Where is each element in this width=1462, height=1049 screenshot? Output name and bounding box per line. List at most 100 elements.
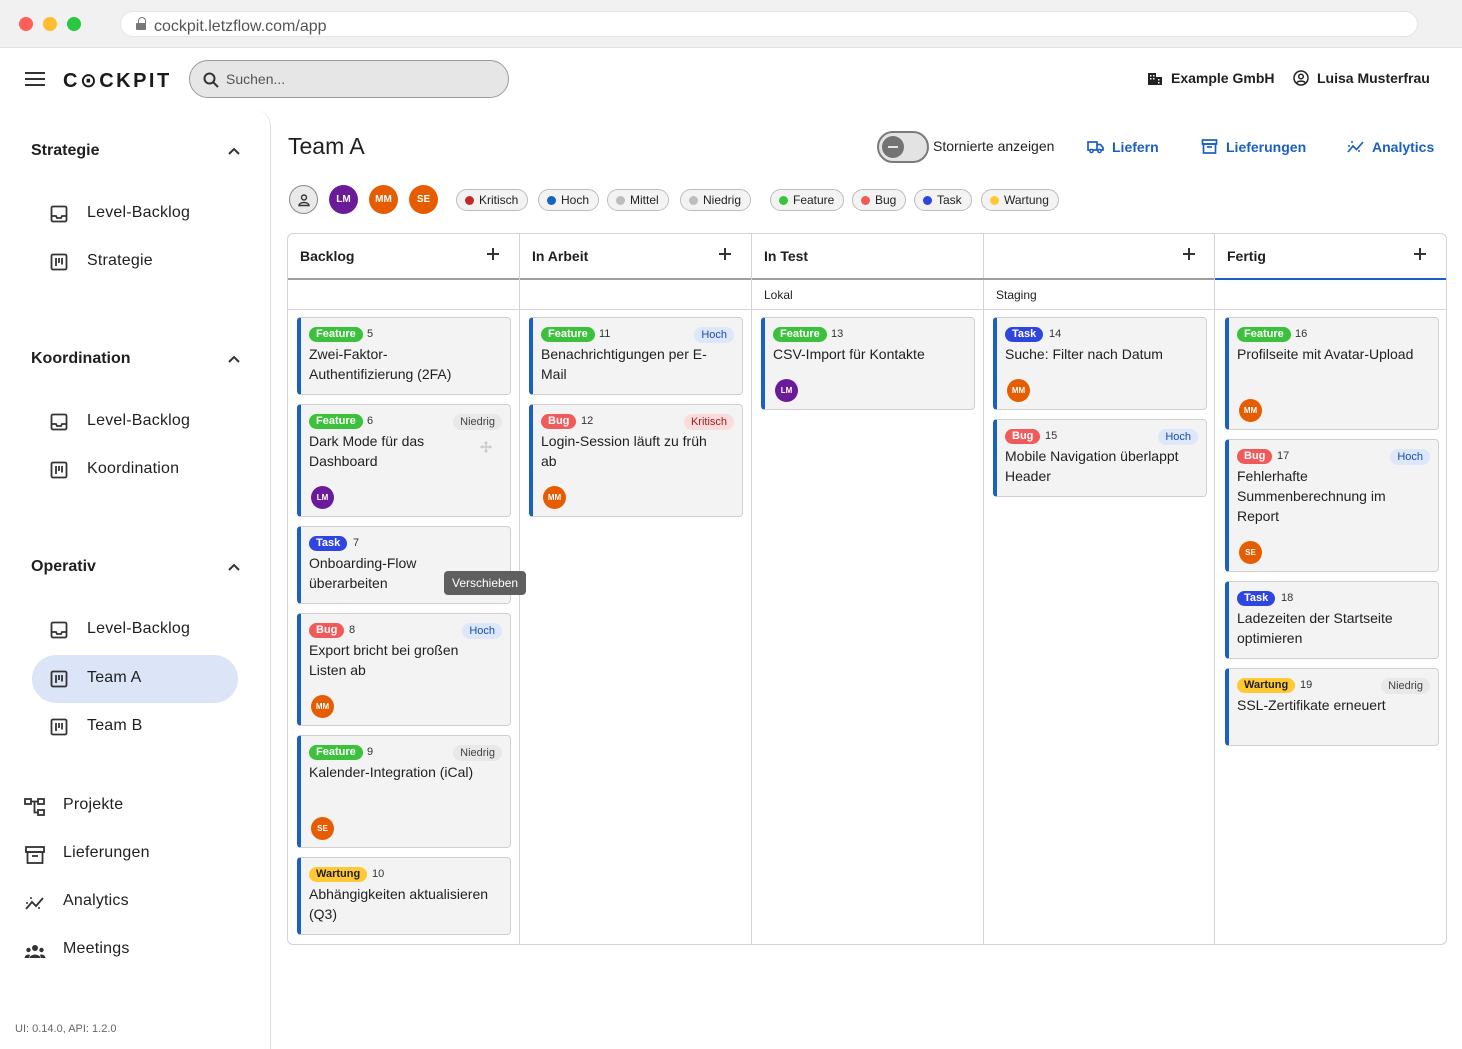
- analytics-button[interactable]: Analytics: [1347, 138, 1434, 155]
- task-card[interactable]: Feature 11 Hoch Benachrichtigungen per E-Ma…: [529, 317, 743, 395]
- page-title: Team A: [288, 133, 365, 159]
- sidebar-item-projekte[interactable]: Projekte: [0, 786, 260, 826]
- assignee-avatar[interactable]: MM: [1007, 379, 1030, 402]
- assignee-avatar[interactable]: MM: [311, 695, 334, 718]
- sidebar-item-team-b[interactable]: Team B: [32, 703, 238, 751]
- task-card[interactable]: Bug 8 Hoch Export bricht bei großen Listen …: [297, 613, 511, 726]
- card-title: Abhängigkeiten aktualisieren (Q3): [309, 886, 489, 922]
- search-placeholder: Suchen...: [226, 71, 286, 87]
- chip-label: Feature: [793, 193, 835, 207]
- minimize-window-button[interactable]: [43, 17, 57, 31]
- column-header-in-arbeit: In Arbeit: [520, 234, 751, 280]
- sidebar-item-label: Team B: [87, 717, 143, 734]
- app-logo[interactable]: C⊙CKPIT: [63, 68, 172, 93]
- show-cancelled-label[interactable]: Stornierte anzeigen: [933, 138, 1054, 154]
- sidebar-item-strategie[interactable]: Strategie: [32, 238, 238, 286]
- card-number: 8: [349, 624, 356, 636]
- filter-avatar-mm[interactable]: MM: [369, 185, 398, 214]
- drag-handle-icon[interactable]: [479, 440, 493, 454]
- analytics-icon: [1347, 141, 1364, 153]
- sidebar-item-meetings[interactable]: Meetings: [0, 930, 260, 970]
- filter-chip-wartung[interactable]: Wartung: [981, 189, 1059, 211]
- task-card[interactable]: Feature 16 Profilseite mit Avatar-Upload MM: [1225, 317, 1439, 430]
- section-title-operativ[interactable]: Operativ: [31, 558, 96, 576]
- assignee-avatar[interactable]: LM: [775, 379, 798, 402]
- chevron-up-icon[interactable]: [227, 352, 241, 366]
- address-bar[interactable]: cockpit.letzflow.com/app: [120, 11, 1418, 37]
- card-priority-badge: Hoch: [694, 327, 734, 343]
- card-number: 12: [581, 415, 594, 427]
- add-card-icon[interactable]: [486, 247, 500, 261]
- task-card[interactable]: Bug 12 Kritisch Login-Session läuft zu früh…: [529, 404, 743, 517]
- sidebar-item-team-a[interactable]: Team A: [32, 655, 238, 703]
- chip-label: Mittel: [630, 193, 659, 207]
- sidebar-item-operativ-level-backlog[interactable]: Level-Backlog: [32, 606, 238, 654]
- filter-avatar-se[interactable]: SE: [409, 185, 438, 214]
- filter-chip-feature[interactable]: Feature: [770, 189, 845, 211]
- analytics-icon: [25, 897, 44, 910]
- deliver-label: Liefern: [1112, 138, 1159, 155]
- filter-unassigned[interactable]: [289, 185, 318, 214]
- task-card[interactable]: Task 14 Suche: Filter nach Datum MM: [993, 317, 1207, 410]
- archive-icon: [25, 846, 45, 864]
- chip-dot: [779, 195, 788, 205]
- task-card[interactable]: Wartung 10 Abhängigkeiten aktualisieren (Q…: [297, 857, 511, 935]
- sidebar-item-lieferungen[interactable]: Lieferungen: [0, 834, 260, 874]
- filter-chip-niedrig[interactable]: Niedrig: [680, 189, 752, 211]
- board-icon: [50, 670, 68, 688]
- card-title: Ladezeiten der Startseite optimieren: [1237, 610, 1393, 646]
- filter-chip-kritisch[interactable]: Kritisch: [456, 189, 529, 211]
- filter-avatar-lm[interactable]: LM: [329, 185, 358, 214]
- project-tree-icon: [24, 798, 45, 816]
- task-card[interactable]: Bug 15 Hoch Mobile Navigation überlappt Hea…: [993, 419, 1207, 497]
- card-type-badge: Task: [1005, 327, 1044, 342]
- section-title-koordination[interactable]: Koordination: [31, 350, 131, 368]
- chevron-up-icon[interactable]: [227, 144, 241, 158]
- menu-icon[interactable]: [25, 72, 45, 86]
- assignee-avatar[interactable]: SE: [1239, 541, 1262, 564]
- task-card[interactable]: Task 18 Ladezeiten der Startseite optimier…: [1225, 581, 1439, 659]
- assignee-avatar[interactable]: MM: [1239, 399, 1262, 422]
- task-card[interactable]: Wartung 19 Niedrig SSL-Zertifikate erneuert: [1225, 668, 1439, 746]
- building-icon: [1148, 73, 1162, 85]
- maximize-window-button[interactable]: [67, 17, 81, 31]
- sidebar-item-koordination-level-backlog[interactable]: Level-Backlog: [32, 398, 238, 446]
- card-type-badge: Task: [309, 536, 348, 551]
- card-number: 11: [599, 328, 611, 340]
- assignee-avatar[interactable]: LM: [311, 486, 334, 509]
- close-window-button[interactable]: [19, 17, 33, 31]
- chip-dot: [547, 195, 556, 205]
- assignee-avatar[interactable]: SE: [311, 817, 334, 840]
- chip-label: Kritisch: [479, 193, 519, 207]
- filter-chip-mittel[interactable]: Mittel: [607, 189, 669, 211]
- chevron-up-icon[interactable]: [227, 560, 241, 574]
- sidebar-item-label: Level-Backlog: [87, 620, 191, 637]
- filter-chip-bug[interactable]: Bug: [852, 189, 907, 211]
- filter-chip-task[interactable]: Task: [914, 189, 972, 211]
- card-type-badge: Wartung: [309, 867, 368, 882]
- company-switcher[interactable]: Example GmbH: [1147, 70, 1274, 86]
- add-card-icon[interactable]: [1413, 247, 1427, 261]
- task-card[interactable]: Feature 9 Niedrig Kalender-Integration (iCa…: [297, 735, 511, 848]
- assignee-avatar[interactable]: MM: [543, 486, 566, 509]
- show-cancelled-toggle[interactable]: [877, 131, 929, 163]
- sidebar-item-label: Strategie: [87, 252, 153, 269]
- section-title-strategie[interactable]: Strategie: [31, 142, 99, 160]
- task-card[interactable]: Feature 6 Niedrig Dark Mode für das Dashboa…: [297, 404, 511, 517]
- add-card-icon[interactable]: [1182, 247, 1196, 261]
- card-number: 7: [353, 537, 360, 549]
- sidebar-item-koordination[interactable]: Koordination: [32, 446, 238, 494]
- task-card[interactable]: Feature 13 CSV-Import für Kontakte LM: [761, 317, 975, 410]
- filter-chip-hoch[interactable]: Hoch: [538, 189, 600, 211]
- inbox-icon: [50, 205, 68, 223]
- sidebar-item-strategie-level-backlog[interactable]: Level-Backlog: [32, 190, 238, 238]
- task-card[interactable]: Bug 17 Hoch Fehlerhafte Summenberechnung im…: [1225, 439, 1439, 572]
- sidebar-item-analytics[interactable]: Analytics: [0, 882, 260, 922]
- task-card[interactable]: Feature 5 Zwei-Faktor-Authentifizierung (2…: [297, 317, 511, 395]
- search-input[interactable]: Suchen...: [189, 60, 509, 98]
- chip-dot: [861, 195, 870, 205]
- add-card-icon[interactable]: [718, 247, 732, 261]
- deliveries-button[interactable]: Lieferungen: [1201, 138, 1306, 155]
- deliver-button[interactable]: Liefern: [1087, 138, 1159, 155]
- user-menu[interactable]: Luisa Musterfrau: [1293, 70, 1430, 86]
